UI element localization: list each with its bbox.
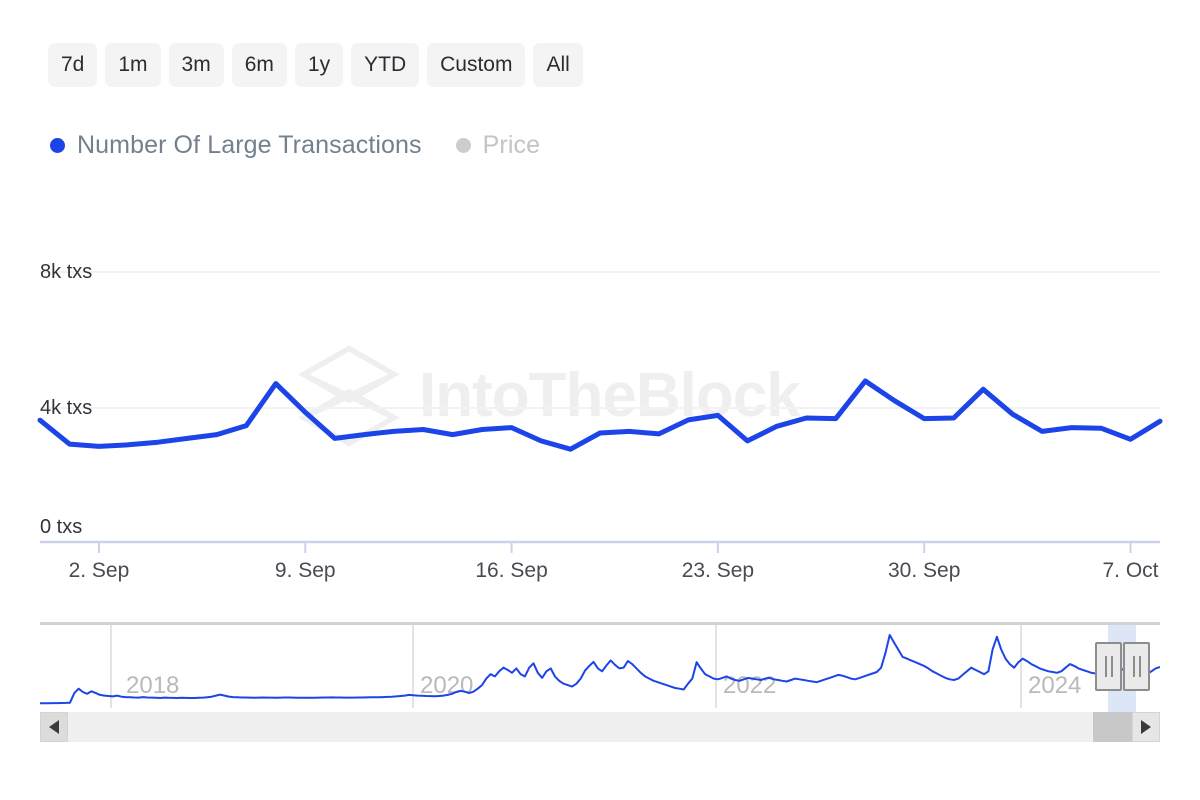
arrow-right-icon (1141, 720, 1151, 734)
plot-canvas (0, 0, 1200, 620)
handle-grip-line (1139, 656, 1141, 677)
x-axis-ticks (99, 542, 1131, 553)
handle-grip-line (1133, 656, 1135, 677)
arrow-left-icon (49, 720, 59, 734)
x-axis-tick-label: 2. Sep (69, 560, 130, 581)
scrollbar-right-button[interactable] (1132, 712, 1160, 742)
scrollbar-thumb[interactable] (1093, 712, 1132, 742)
x-axis-tick-label: 30. Sep (888, 560, 960, 581)
x-axis-tick-label: 23. Sep (682, 560, 754, 581)
scrollbar-track[interactable] (68, 712, 1132, 742)
handle-grip-line (1111, 656, 1113, 677)
navigator-scrollbar[interactable] (40, 712, 1160, 742)
series-line-number-of-large-transactions (40, 381, 1160, 449)
navigator-body[interactable]: 2018202020222024 (40, 625, 1160, 708)
x-axis-tick-label: 16. Sep (475, 560, 547, 581)
navigator-handle-left[interactable] (1095, 642, 1122, 691)
large-transactions-chart-widget: 7d 1m 3m 6m 1y YTD Custom All Number Of … (0, 0, 1200, 800)
navigator-series-line (40, 635, 1160, 703)
x-axis-tick-label: 7. Oct (1103, 560, 1159, 581)
navigator[interactable]: 2018202020222024 (40, 620, 1160, 720)
x-axis-tick-label: 9. Sep (275, 560, 336, 581)
y-axis-tick-label: 8k txs (40, 262, 92, 282)
y-axis-tick-label: 0 txs (40, 517, 82, 537)
main-plot: 0 txs 4k txs 8k txs 2. Sep 9. Sep 16. Sep 23.… (0, 0, 1200, 620)
gridlines (40, 272, 1160, 408)
handle-grip-line (1105, 656, 1107, 677)
navigator-canvas (40, 625, 1160, 708)
y-axis-tick-label: 4k txs (40, 398, 92, 418)
navigator-handle-right[interactable] (1123, 642, 1150, 691)
scrollbar-left-button[interactable] (40, 712, 68, 742)
